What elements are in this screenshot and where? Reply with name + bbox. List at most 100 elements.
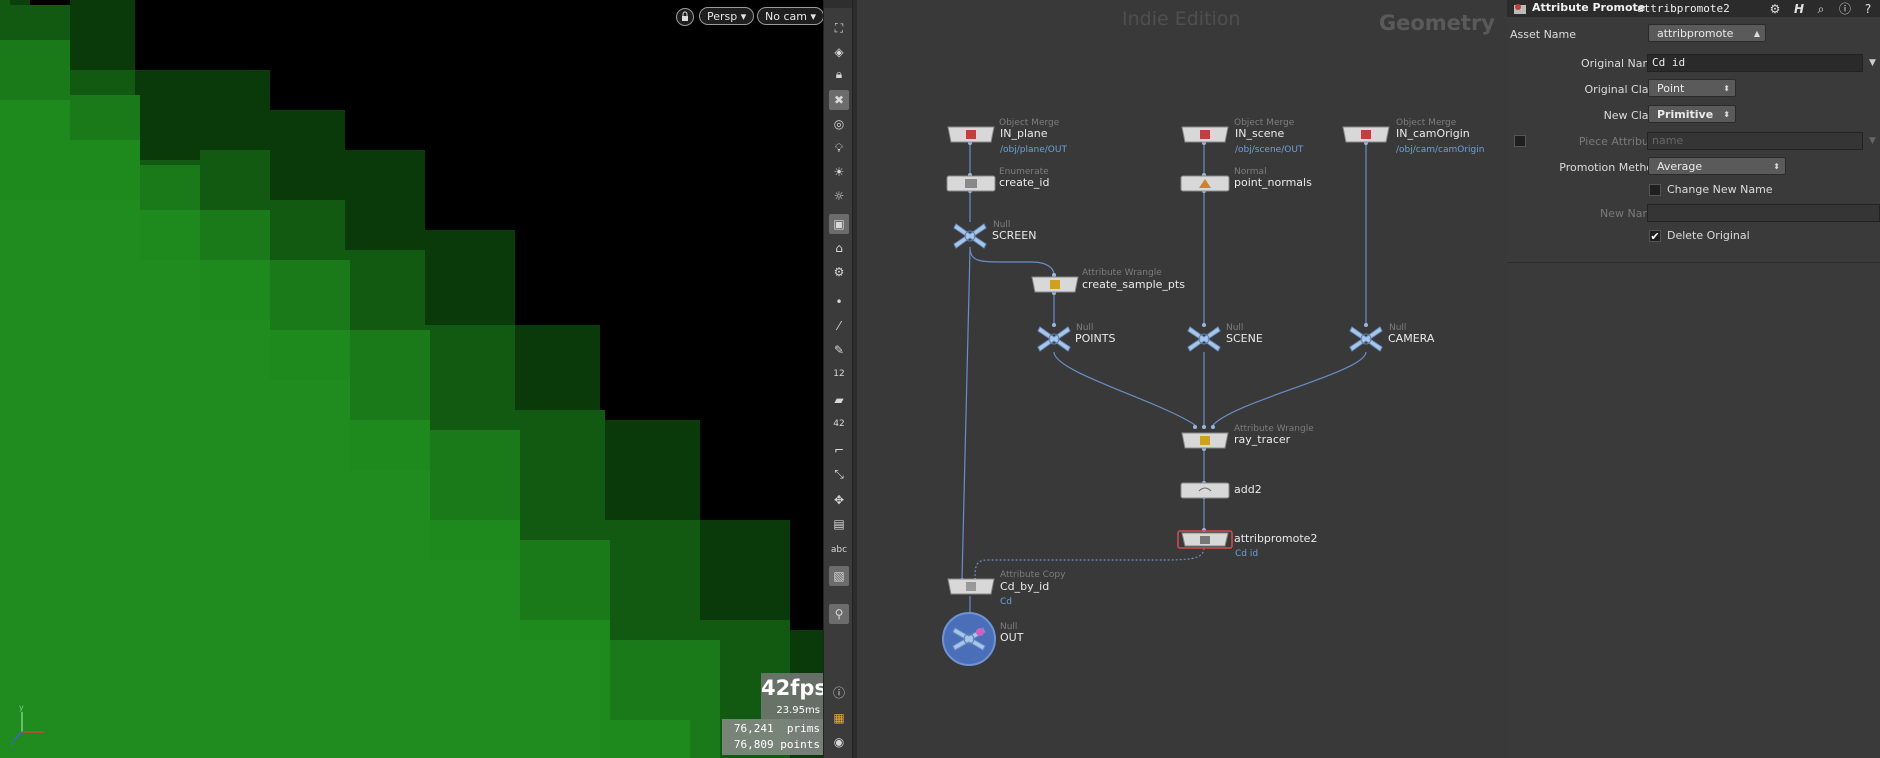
light-icon-2[interactable]: ☀ <box>829 162 849 182</box>
promotion-method-dropdown[interactable]: Average ⬍ <box>1648 157 1786 175</box>
node-screen[interactable] <box>952 222 988 254</box>
shading-icon[interactable]: ◎ <box>829 114 849 134</box>
attribute-promote-icon <box>1512 1 1528 17</box>
wrangle-icon <box>1031 276 1079 293</box>
brush-icon[interactable]: ⁄ <box>829 316 849 336</box>
node-in-camorigin[interactable] <box>1340 126 1392 147</box>
node-out[interactable] <box>942 612 998 670</box>
enumerate-icon <box>946 175 996 192</box>
svg-text:z: z <box>10 739 14 748</box>
viewport-render: y z <box>0 0 823 758</box>
eye-icon[interactable]: ◉ <box>829 732 849 752</box>
snap-icon[interactable]: ✖ <box>829 90 849 110</box>
node-ray-tracer[interactable] <box>1179 432 1231 453</box>
delete-original-checkbox[interactable]: ✔ <box>1649 230 1661 242</box>
node-sub-label: /obj/cam/camOrigin <box>1396 145 1485 155</box>
help-icon[interactable]: ? <box>1860 1 1876 17</box>
node-point-normals[interactable] <box>1179 175 1231 196</box>
view-icon[interactable]: ⌂ <box>829 238 849 258</box>
help-h-icon[interactable]: H <box>1791 1 1807 17</box>
frame-time-readout: 23.95ms <box>761 703 823 719</box>
add-node-icon <box>1180 482 1230 499</box>
node-camera[interactable] <box>1348 325 1384 357</box>
node-scene[interactable] <box>1186 325 1222 357</box>
handle-icon[interactable]: ✥ <box>829 490 849 510</box>
original-class-dropdown[interactable]: Point ⬍ <box>1648 79 1736 97</box>
text-label-icon[interactable]: abc <box>829 540 849 560</box>
node-create-id[interactable] <box>945 175 997 196</box>
promotion-method-label: Promotion Method <box>1559 161 1660 174</box>
new-name-label: New Name <box>1600 207 1660 220</box>
number-icon[interactable]: 12 <box>829 364 849 384</box>
node-points[interactable] <box>1036 325 1072 357</box>
visibility-icon[interactable]: ◈ <box>829 42 849 62</box>
piece-attribute-label: Piece Attribute <box>1578 135 1660 148</box>
points-count: 76,809 points <box>733 738 820 751</box>
parameter-header: Attribute Promote attribpromote2 ⚙ H ⌕ ⓘ… <box>1507 0 1880 17</box>
light-icon[interactable]: 💡︎ <box>829 138 849 158</box>
node-sub-label: Cd <box>1000 597 1012 607</box>
list-icon[interactable]: ▤ <box>829 514 849 534</box>
node-add2[interactable] <box>1179 482 1231 503</box>
chevron-down-icon: ▾ <box>810 10 816 23</box>
network-editor[interactable]: Indie Edition Geometry Object Merge IN_p… <box>857 0 1507 758</box>
fps-readout: 42fps <box>761 673 823 703</box>
node-in-scene[interactable] <box>1179 126 1231 147</box>
node-name-label: SCREEN <box>992 229 1037 242</box>
image-icon[interactable]: ▧ <box>829 566 849 586</box>
search-icon[interactable]: ⌕ <box>1813 1 1829 17</box>
node-attribpromote2[interactable] <box>1177 530 1233 553</box>
node-sub-label: /obj/scene/OUT <box>1235 145 1304 155</box>
delete-original-label: Delete Original <box>1667 229 1750 242</box>
updown-arrow-icon: ⬍ <box>1723 110 1730 119</box>
info-icon[interactable]: ⓘ <box>1837 1 1853 17</box>
original-class-label: Original Class <box>1584 83 1660 96</box>
chevron-down-icon: ▾ <box>740 10 747 23</box>
perspective-menu-button[interactable]: Persp ▾ <box>699 7 755 25</box>
gear-icon[interactable]: ⚙ <box>1767 1 1783 17</box>
new-class-value: Primitive <box>1657 108 1714 121</box>
object-merge-icon <box>947 126 995 143</box>
number-icon-2-label: 42 <box>833 419 845 429</box>
camera-menu-button[interactable]: No cam ▾ <box>757 7 823 25</box>
null-node-icon <box>953 223 987 249</box>
node-name-label: attribpromote2 <box>1234 532 1318 545</box>
viewport-lock-icon[interactable] <box>676 8 694 26</box>
attribute-copy-icon <box>947 578 995 595</box>
change-new-name-label: Change New Name <box>1667 183 1773 196</box>
scene-viewport[interactable]: y z Persp ▾ No cam ▾ 42fps 23.95ms 76,24… <box>0 0 823 758</box>
node-name-label: IN_camOrigin <box>1396 127 1470 140</box>
node-name-field[interactable]: attribpromote2 <box>1637 0 1767 17</box>
chevron-down-icon[interactable]: ▼ <box>1865 54 1880 72</box>
point-icon[interactable]: • <box>829 292 849 312</box>
node-name-label: create_sample_pts <box>1082 278 1185 291</box>
new-class-dropdown[interactable]: Primitive ⬍ <box>1648 105 1736 123</box>
number-icon-2[interactable]: 42 <box>829 414 849 434</box>
node-create-sample-pts[interactable] <box>1029 276 1081 297</box>
object-merge-icon <box>1342 126 1390 143</box>
node-cd-by-id[interactable] <box>945 578 997 599</box>
lock-icon[interactable]: 🔒︎ <box>829 64 849 84</box>
display-icon[interactable]: ▣ <box>829 214 849 234</box>
node-in-plane[interactable] <box>945 126 997 147</box>
info-icon[interactable]: ⓘ <box>829 682 849 702</box>
select-icon[interactable]: ⛶ <box>829 18 849 38</box>
updown-arrow-icon: ⬍ <box>1723 84 1730 93</box>
guide-icon[interactable]: ⌐ <box>829 440 849 460</box>
updown-arrow-icon: ▲ <box>1753 29 1760 38</box>
asset-name-value: attribpromote <box>1657 27 1734 40</box>
asset-name-dropdown[interactable]: attribpromote ▲ <box>1648 24 1766 42</box>
node-name-label: IN_plane <box>1000 127 1048 140</box>
pen-icon[interactable]: ✎ <box>829 340 849 360</box>
transform-icon[interactable]: ⤡ <box>829 464 849 484</box>
light-icon-3[interactable]: ☼ <box>829 186 849 206</box>
pin-icon[interactable]: ⚲ <box>829 604 849 624</box>
original-name-field[interactable]: Cd id <box>1647 54 1863 72</box>
node-name-label: IN_scene <box>1235 127 1285 140</box>
camera-label: No cam <box>765 10 807 23</box>
camera-icon[interactable]: ⚙ <box>829 262 849 282</box>
node-sub-label: Cd id <box>1235 549 1259 559</box>
change-new-name-checkbox[interactable] <box>1649 184 1661 196</box>
eraser-icon[interactable]: ▰ <box>829 390 849 410</box>
grid-icon[interactable]: ▦ <box>829 708 849 728</box>
